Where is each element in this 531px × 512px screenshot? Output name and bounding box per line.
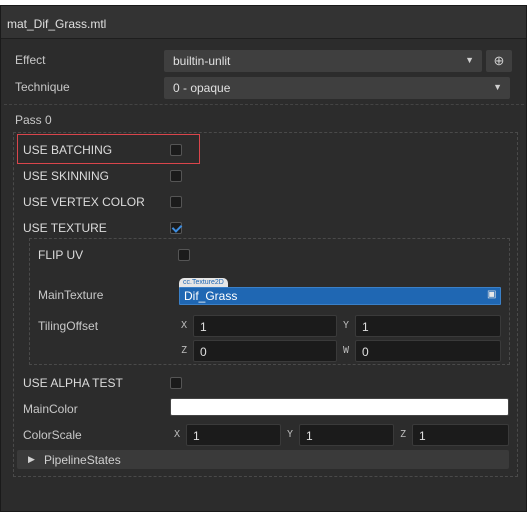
- effect-value: builtin-unlit: [173, 54, 231, 68]
- tiling-x-axis-label: X: [181, 320, 188, 331]
- color-scale-y-input[interactable]: 1: [299, 424, 394, 446]
- main-texture-label: MainTexture: [38, 288, 104, 302]
- color-scale-x-axis-label: X: [174, 429, 181, 440]
- technique-value: 0 - opaque: [173, 81, 231, 95]
- technique-select[interactable]: 0 - opaque ▼: [164, 77, 510, 99]
- pipeline-states-foldout[interactable]: ▶ PipelineStates: [17, 450, 509, 469]
- tiling-z-input[interactable]: 0: [193, 340, 337, 362]
- color-scale-z-input[interactable]: 1: [412, 424, 509, 446]
- use-texture-checkbox[interactable]: [170, 222, 182, 234]
- tiling-z-axis-label: Z: [181, 345, 188, 356]
- use-batching-checkbox[interactable]: [170, 144, 182, 156]
- tiling-z-value: 0: [200, 345, 207, 359]
- effect-label: Effect: [15, 53, 46, 67]
- use-skinning-label: USE SKINNING: [23, 169, 110, 183]
- tiling-offset-label: TilingOffset: [38, 319, 99, 333]
- pass-label: Pass 0: [15, 113, 52, 127]
- flip-uv-label: FLIP UV: [38, 248, 84, 262]
- inspector-header: mat_Dif_Grass.mtl: [1, 6, 526, 39]
- pipeline-states-label: PipelineStates: [44, 453, 121, 467]
- effect-select[interactable]: builtin-unlit ▼: [164, 50, 482, 72]
- dropdown-arrow-icon: ▼: [465, 55, 474, 65]
- texture-type-text: cc.Texture2D: [183, 279, 224, 286]
- color-scale-z-axis-label: Z: [400, 429, 407, 440]
- main-color-label: MainColor: [23, 402, 78, 416]
- expand-triangle-icon: ▶: [28, 454, 35, 464]
- use-alpha-test-label: USE ALPHA TEST: [23, 376, 123, 390]
- main-texture-value: Dif_Grass: [184, 289, 238, 303]
- tiling-w-value: 0: [362, 345, 369, 359]
- asset-picker-icon[interactable]: ▣: [487, 290, 497, 300]
- main-texture-field[interactable]: Dif_Grass ▣: [179, 287, 501, 305]
- tiling-y-axis-label: Y: [343, 320, 350, 331]
- color-scale-z-value: 1: [419, 429, 426, 443]
- use-vertex-color-checkbox[interactable]: [170, 196, 182, 208]
- crosshair-icon[interactable]: ⊕: [486, 50, 512, 72]
- tiling-y-value: 1: [362, 320, 369, 334]
- tiling-x-input[interactable]: 1: [193, 315, 337, 337]
- dropdown-arrow-icon: ▼: [493, 82, 502, 92]
- tiling-w-axis-label: W: [343, 345, 350, 356]
- tiling-x-value: 1: [200, 320, 207, 334]
- use-vertex-color-label: USE VERTEX COLOR: [23, 195, 145, 209]
- use-texture-label: USE TEXTURE: [23, 221, 107, 235]
- flip-uv-checkbox[interactable]: [178, 249, 190, 261]
- color-scale-y-value: 1: [306, 429, 313, 443]
- use-skinning-checkbox[interactable]: [170, 170, 182, 182]
- color-scale-x-value: 1: [193, 429, 200, 443]
- main-color-swatch[interactable]: [170, 398, 509, 416]
- color-scale-x-input[interactable]: 1: [186, 424, 281, 446]
- material-file-title: mat_Dif_Grass.mtl: [7, 17, 107, 31]
- technique-label: Technique: [15, 80, 70, 94]
- use-alpha-test-checkbox[interactable]: [170, 377, 182, 389]
- tiling-y-input[interactable]: 1: [355, 315, 501, 337]
- use-batching-label: USE BATCHING: [23, 143, 113, 157]
- tiling-w-input[interactable]: 0: [355, 340, 501, 362]
- color-scale-y-axis-label: Y: [287, 429, 294, 440]
- color-scale-label: ColorScale: [23, 428, 82, 442]
